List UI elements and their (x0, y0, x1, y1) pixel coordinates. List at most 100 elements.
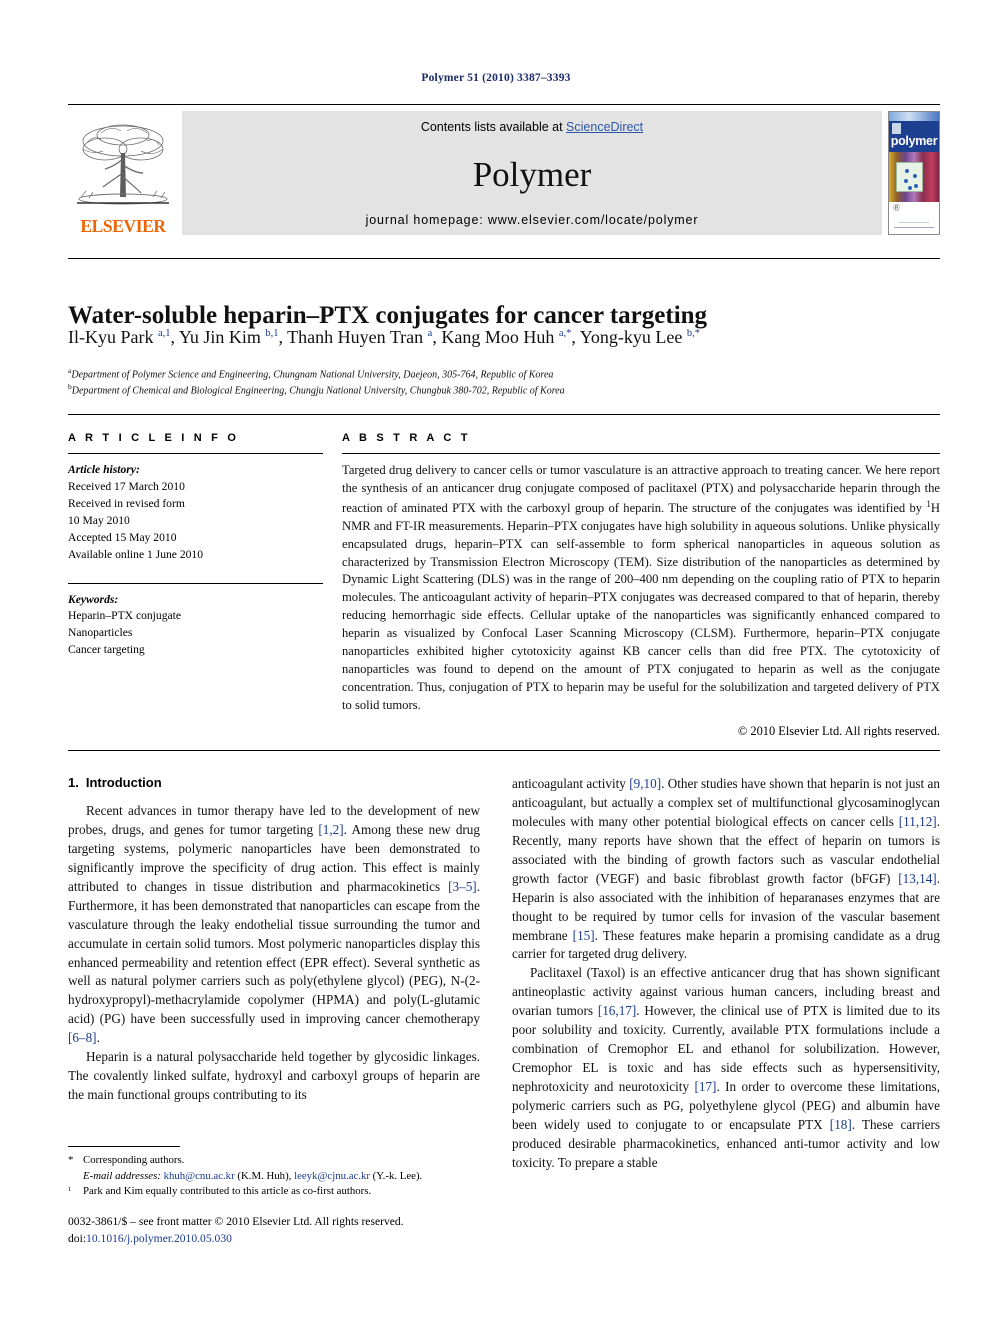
author-list: Il-Kyu Park a,1, Yu Jin Kim b,1, Thanh H… (68, 327, 701, 347)
p2-b: anticoagulant activity (512, 776, 630, 791)
journal-header: ELSEVIER Contents lists available at Sci… (68, 104, 940, 235)
keyword-item: Nanoparticles (68, 626, 133, 640)
history-item: 10 May 2010 (68, 513, 130, 527)
citation-15[interactable]: [15] (573, 928, 595, 943)
cover-infinity-icon: Ⓡ (893, 204, 900, 212)
footnote-mark-1: 1 (68, 1186, 72, 1194)
keyword-item: Cancer targeting (68, 643, 145, 657)
cover-footer-line-2 (899, 222, 929, 223)
footnote-email-indent (68, 1169, 83, 1185)
abstract-part-1: Targeted drug delivery to cancer cells o… (342, 463, 940, 515)
citation-18[interactable]: [18] (830, 1117, 852, 1132)
keywords-label: Keywords: (68, 592, 119, 606)
footnote-asterisk-mark: * (68, 1154, 74, 1166)
citation-9-10[interactable]: [9,10] (629, 776, 661, 791)
footnote-equal-contribution: 1 Park and Kim equally contributed to th… (68, 1184, 480, 1200)
journal-title: Polymer (472, 155, 592, 194)
article-history-block: Article history: Received 17 March 2010 … (68, 462, 323, 564)
article-info-heading: A R T I C L E I N F O (68, 432, 240, 444)
keywords-block: Keywords: Heparin–PTX conjugate Nanopart… (68, 582, 323, 660)
citation-16-17[interactable]: [16,17] (598, 1003, 636, 1018)
abstract-rule (342, 453, 940, 454)
history-item: Accepted 15 May 2010 (68, 530, 177, 544)
email-addresses-label: E-mail addresses: (83, 1169, 161, 1182)
section-number: 1. (68, 775, 79, 790)
affiliation-b-text: Department of Chemical and Biological En… (71, 385, 565, 397)
article-info-rule (68, 453, 323, 454)
footnote-corresponding: * Corresponding authors. (68, 1153, 480, 1169)
journal-cover-thumbnail[interactable]: polymer Ⓡ (888, 111, 940, 235)
intro-paragraph-2-left: Heparin is a natural polysaccharide held… (68, 1048, 480, 1105)
keywords-rule (68, 582, 323, 584)
history-item: Received 17 March 2010 (68, 479, 185, 493)
intro-paragraph-1: Recent advances in tumor therapy have le… (68, 802, 480, 1048)
section-heading-introduction: 1. Introduction (68, 775, 480, 790)
footnote-rule (68, 1146, 180, 1147)
email-link-huh[interactable]: khuh@cnu.ac.kr (164, 1170, 235, 1182)
section-title: Introduction (85, 775, 162, 790)
p1-c: . Furthermore, it has been demonstrated … (68, 878, 480, 1027)
elsevier-tree-icon (75, 118, 171, 217)
affiliations: aDepartment of Polymer Science and Engin… (68, 366, 940, 398)
citation-17[interactable]: [17] (694, 1079, 716, 1094)
footnote-email-line: E-mail addresses: khuh@cnu.ac.kr (K.M. H… (83, 1169, 422, 1185)
citation-6-8[interactable]: [6–8] (68, 1030, 97, 1045)
citation-1-2[interactable]: [1,2] (318, 822, 343, 837)
history-item: Received in revised form (68, 496, 185, 510)
history-item: Available online 1 June 2010 (68, 547, 204, 561)
article-info-column: A R T I C L E I N F O Article history: R… (68, 432, 323, 659)
citation-13-14[interactable]: [13,14] (898, 871, 936, 886)
copyright-line: © 2010 Elsevier Ltd. All rights reserved… (737, 724, 940, 739)
doi-label: doi: (68, 1231, 87, 1245)
contents-prefix: Contents lists available at (420, 120, 567, 134)
intro-paragraph-3: Paclitaxel (Taxol) is an effective antic… (512, 964, 940, 1172)
page-title: Water-soluble heparin–PTX conjugates for… (68, 301, 708, 329)
cover-artwork-inset (896, 162, 923, 192)
doi-line: doi:10.1016/j.polymer.2010.05.030 (68, 1231, 498, 1248)
sciencedirect-link[interactable]: ScienceDirect (566, 120, 643, 134)
contents-available-line: Contents lists available at ScienceDirec… (421, 120, 643, 134)
cover-footer: Ⓡ (889, 202, 939, 234)
abstract-bottom-rule (68, 750, 940, 751)
journal-homepage[interactable]: journal homepage: www.elsevier.com/locat… (366, 213, 699, 227)
elsevier-wordmark: ELSEVIER (80, 215, 166, 236)
doi-link[interactable]: 10.1016/j.polymer.2010.05.030 (86, 1232, 232, 1245)
cover-top-band (889, 112, 939, 121)
front-matter-line: 0032-3861/$ – see front matter © 2010 El… (68, 1215, 404, 1228)
affiliation-b: bDepartment of Chemical and Biological E… (68, 382, 940, 398)
abstract-part-2: H NMR and FT-IR measurements. Heparin–PT… (342, 500, 940, 712)
running-head: Polymer 51 (2010) 3387–3393 (421, 72, 571, 84)
keyword-item: Heparin–PTX conjugate (68, 609, 182, 623)
affiliation-a-text: Department of Polymer Science and Engine… (71, 369, 554, 381)
body-column-right: anticoagulant activity [9,10]. Other stu… (512, 775, 940, 1173)
affiliation-a: aDepartment of Polymer Science and Engin… (68, 366, 940, 382)
elsevier-logo: ELSEVIER (68, 111, 178, 235)
email-owner-lee: (Y.-k. Lee). (372, 1169, 423, 1182)
paper-page: Polymer 51 (2010) 3387–3393 ELSEVIER Con… (0, 0, 992, 1323)
abstract-text: Targeted drug delivery to cancer cells o… (342, 462, 940, 714)
citation-11-12[interactable]: [11,12] (899, 814, 937, 829)
p2-a: Heparin is a natural polysaccharide held… (68, 1049, 480, 1103)
footnote-corresponding-text: Corresponding authors. (83, 1154, 185, 1166)
cover-footer-line-1 (894, 227, 934, 228)
colophon: 0032-3861/$ – see front matter © 2010 El… (68, 1214, 498, 1248)
body-column-left: 1. Introduction Recent advances in tumor … (68, 775, 480, 1105)
footnote-equal-contribution-text: Park and Kim equally contributed to this… (83, 1185, 372, 1198)
article-history-label: Article history: (68, 463, 140, 476)
footnote-numeric-mark: 1 (68, 1184, 83, 1200)
cover-emblem-icon (892, 123, 901, 134)
p1-d: . (96, 1030, 100, 1046)
title-separator-rule (68, 258, 940, 259)
cover-artwork (889, 152, 939, 204)
email-link-lee[interactable]: leeyk@cjnu.ac.kr (294, 1170, 370, 1182)
abstract-column: A B S T R A C T Targeted drug delivery t… (342, 432, 940, 739)
footnote-emails: E-mail addresses: khuh@cnu.ac.kr (K.M. H… (68, 1169, 480, 1185)
journal-header-band: Contents lists available at ScienceDirec… (182, 111, 882, 235)
citation-3-5[interactable]: [3–5] (448, 879, 477, 894)
header-top-rule (68, 104, 940, 105)
footnotes-block: * Corresponding authors. E-mail addresse… (68, 1153, 480, 1200)
abstract-top-rule (68, 414, 940, 415)
intro-paragraph-2-right: anticoagulant activity [9,10]. Other stu… (512, 775, 940, 964)
email-owner-huh: (K.M. Huh), (237, 1169, 292, 1182)
abstract-heading: A B S T R A C T (342, 432, 471, 444)
